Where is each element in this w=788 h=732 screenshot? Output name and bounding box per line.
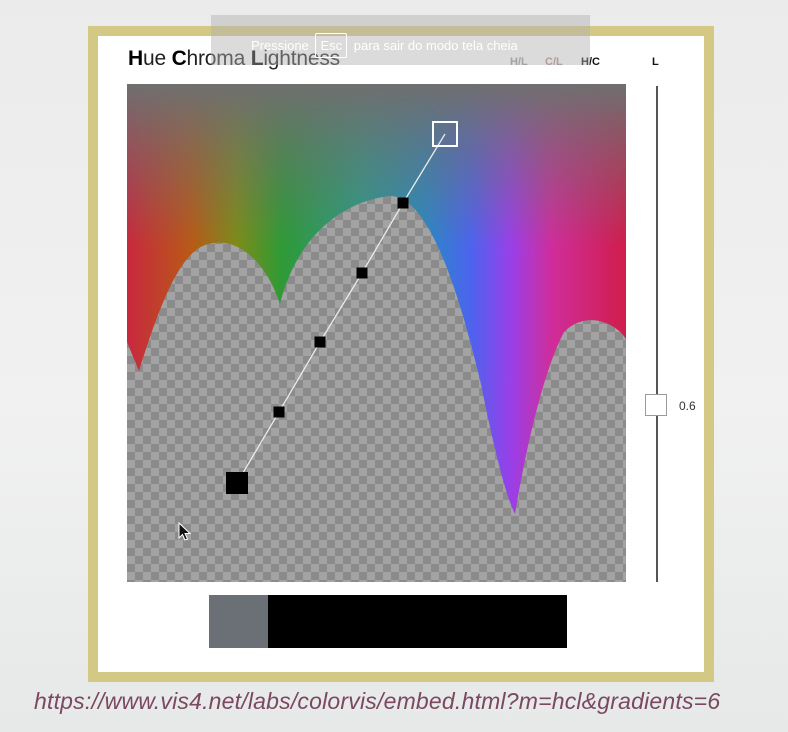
hue-chroma-plot-svg[interactable] bbox=[127, 84, 626, 582]
fullscreen-notice-text: Pressione Esc para sair do modo tela che… bbox=[251, 33, 518, 58]
gradient-step-marker[interactable] bbox=[314, 336, 326, 348]
lightness-slider-track[interactable] bbox=[656, 86, 658, 582]
hue-chroma-plot[interactable] bbox=[127, 84, 626, 582]
lightness-axis-label: L bbox=[652, 56, 659, 68]
lightness-slider-handle[interactable] bbox=[645, 394, 667, 416]
gradient-step-marker[interactable] bbox=[273, 406, 285, 418]
gradient-end-handle[interactable] bbox=[226, 472, 248, 494]
esc-key: Esc bbox=[315, 33, 348, 58]
gradient-start-swatch bbox=[209, 595, 269, 648]
mouse-pointer-icon bbox=[178, 522, 192, 541]
gradient-step-marker[interactable] bbox=[356, 267, 368, 279]
url-caption: https://www.vis4.net/labs/colorvis/embed… bbox=[34, 688, 721, 714]
lightness-value: 0.6 bbox=[679, 399, 696, 413]
gradient-end-swatch bbox=[268, 595, 567, 648]
gradient-step-marker[interactable] bbox=[397, 197, 409, 209]
gradient-preview bbox=[209, 595, 567, 648]
